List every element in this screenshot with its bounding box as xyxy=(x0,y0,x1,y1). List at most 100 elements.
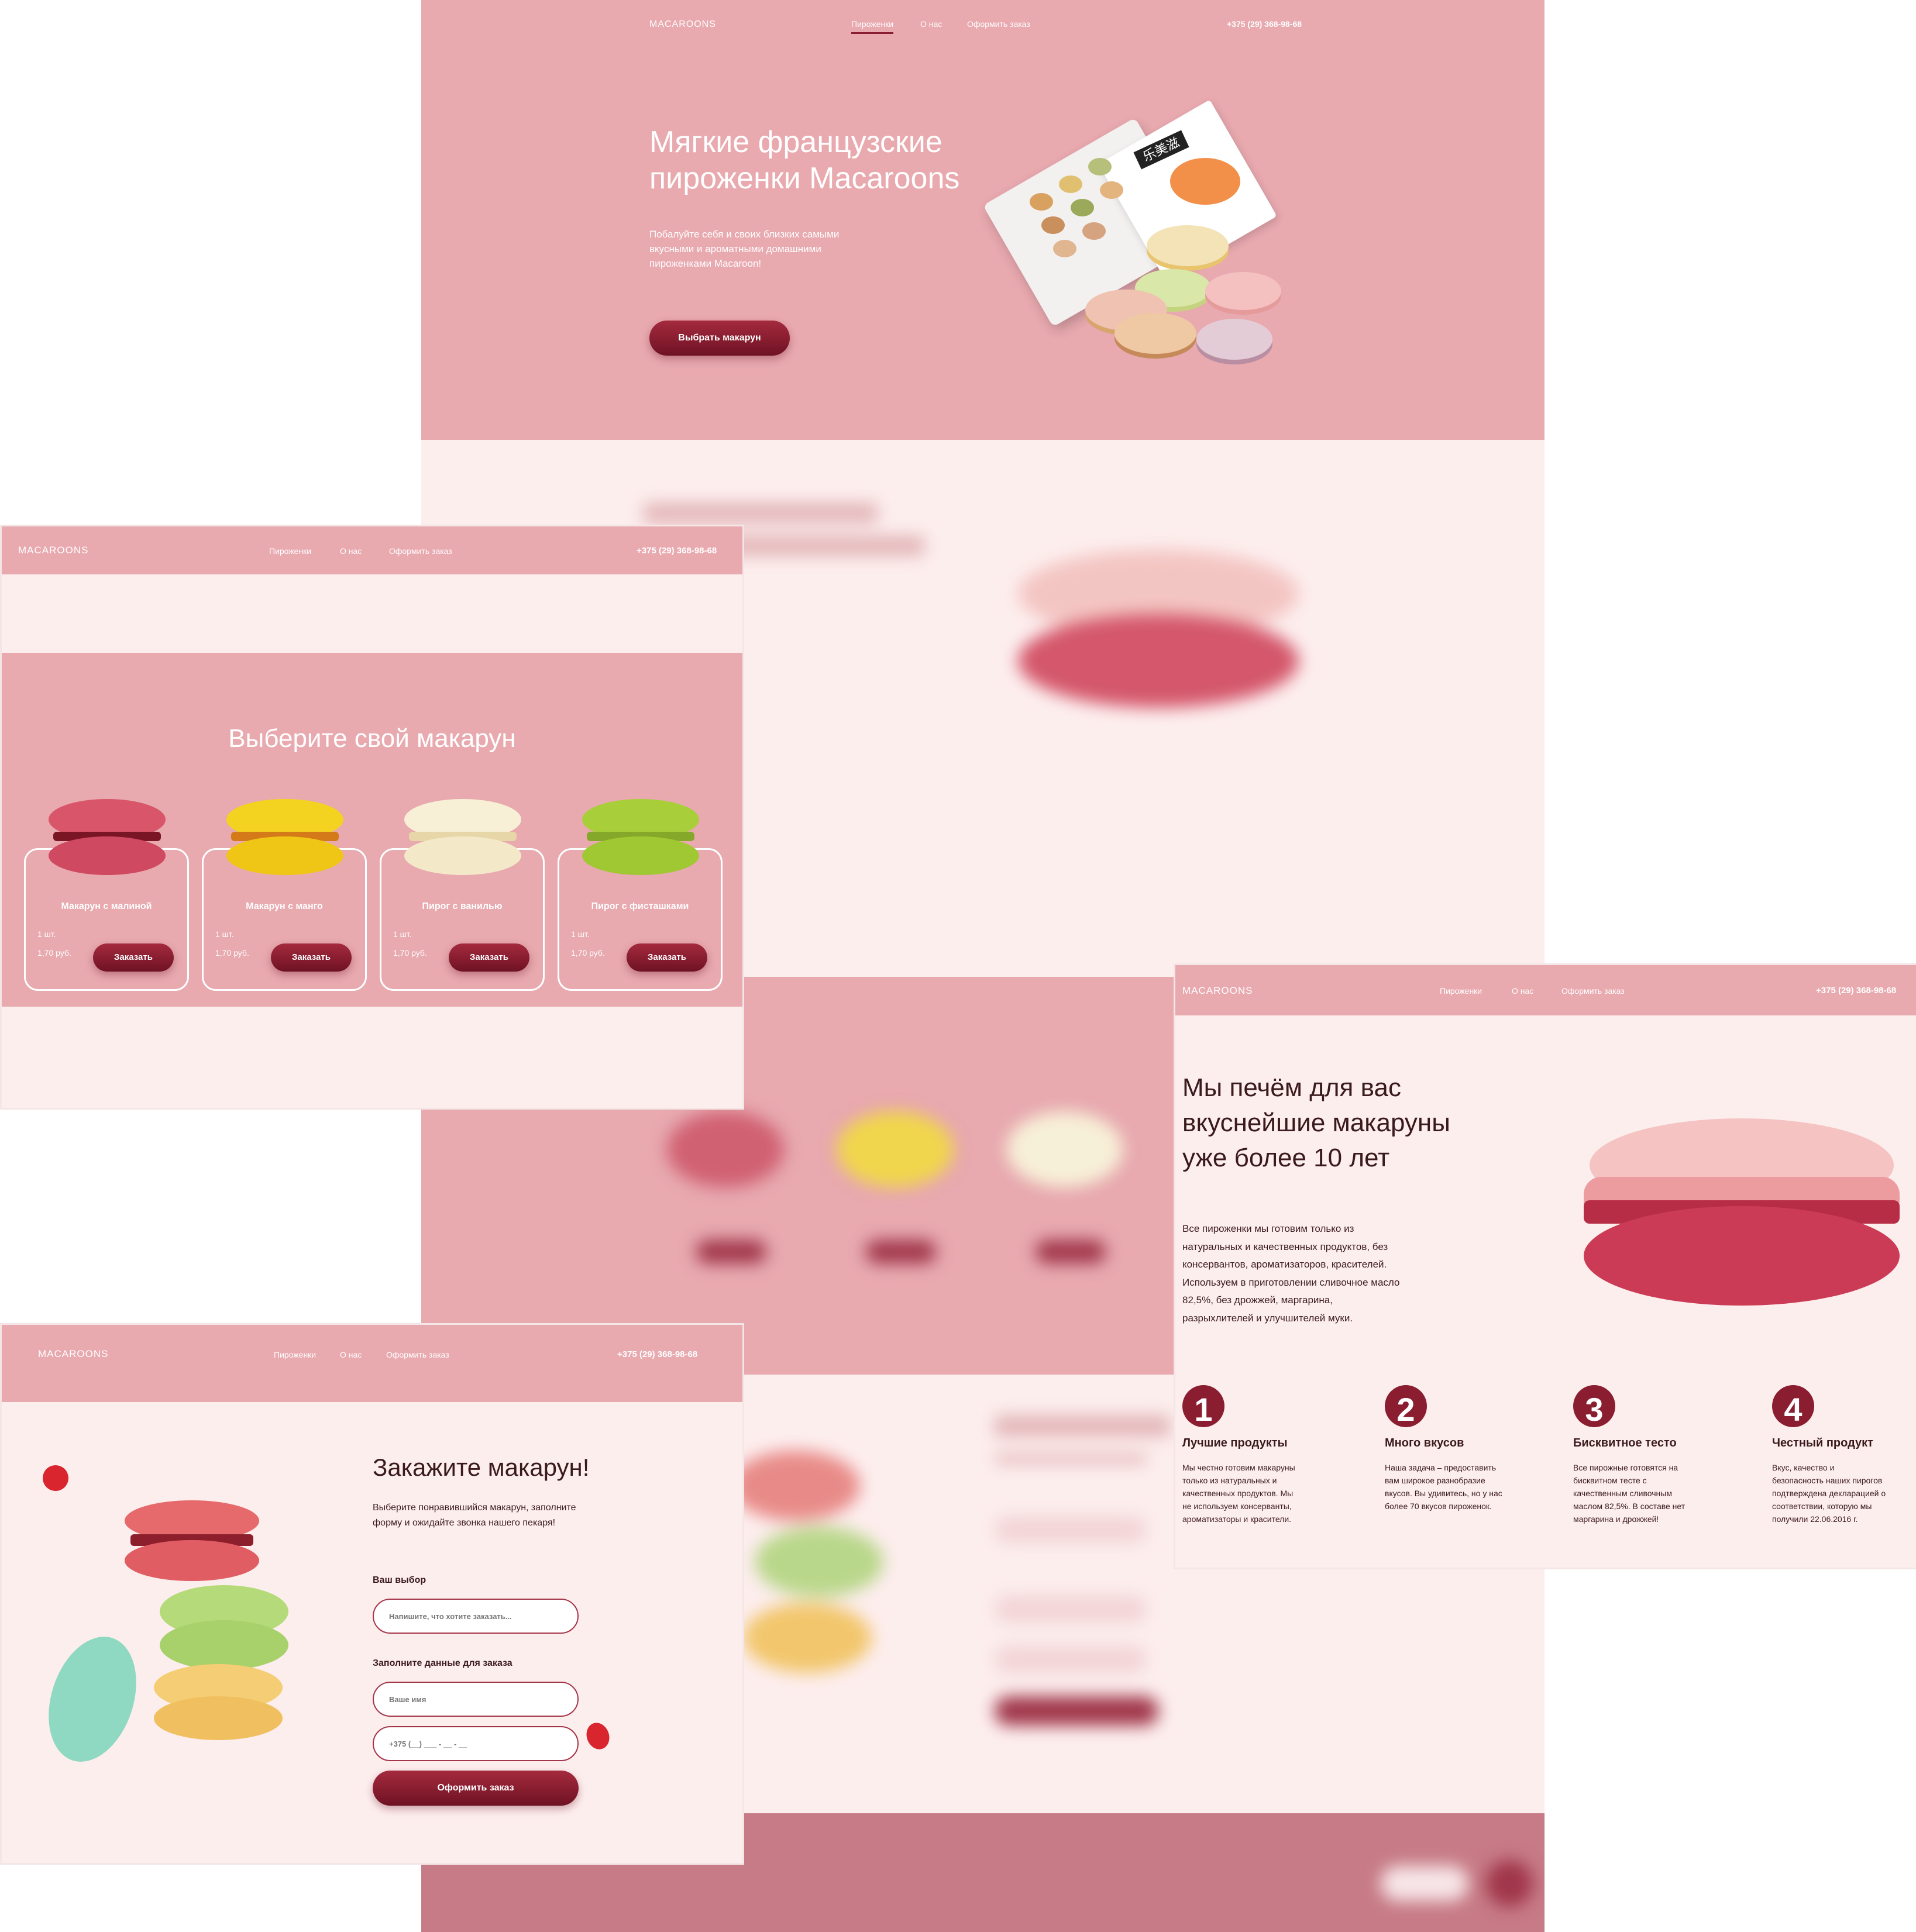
feature-text-line: получили 22.06.2016 г. xyxy=(1772,1514,1858,1524)
feature-text-line: более 70 вкусов пироженок. xyxy=(1385,1501,1492,1511)
hero-subtitle-line: вкусными и ароматными домашними xyxy=(649,243,821,254)
blurred-order-image xyxy=(731,1416,883,1720)
feature-text-line: качественных продуктов. Мы xyxy=(1182,1489,1294,1498)
feature-title: Лучшие продукты xyxy=(1182,1437,1288,1449)
order-button[interactable]: Заказать xyxy=(271,943,352,972)
order-text: Выберите понравившийся макарун, заполнит… xyxy=(373,1500,576,1531)
name-input[interactable] xyxy=(373,1682,579,1717)
about-text-line: натуральных и качественных продуктов, бе… xyxy=(1182,1241,1388,1252)
macaron-stack-image xyxy=(33,1461,300,1773)
feature-text-line: Вкус, качество и xyxy=(1772,1463,1835,1472)
feature-title: Много вкусов xyxy=(1385,1437,1464,1449)
feature-number-badge: 3 xyxy=(1573,1385,1615,1427)
phone-link[interactable]: +375 (29) 368-98-68 xyxy=(637,546,717,556)
feature-text-line: Мы честно готовим макаруны xyxy=(1182,1463,1295,1472)
nav-link-about[interactable]: О нас xyxy=(340,1350,362,1359)
feature-text-line: безопасность наших пирогов xyxy=(1772,1476,1883,1485)
nav-link-cakes[interactable]: Пироженки xyxy=(274,1350,316,1359)
logo[interactable]: MACAROONS xyxy=(38,1348,108,1360)
strawberry-icon xyxy=(583,1719,613,1753)
product-name: Макарун с малиной xyxy=(61,901,152,911)
order-title: Закажите макарун! xyxy=(373,1454,590,1481)
about-text-line: разрыхлителей и улучшителей муки. xyxy=(1182,1312,1353,1324)
nav-link-order[interactable]: Оформить заказ xyxy=(386,1350,449,1359)
nav-link-about[interactable]: О нас xyxy=(1512,986,1533,996)
logo[interactable]: MACAROONS xyxy=(1182,985,1253,997)
phone-link[interactable]: +375 (29) 368-98-68 xyxy=(1816,986,1896,996)
header-bar: MACAROONS Пироженки О нас Оформить заказ… xyxy=(1175,965,1916,1015)
hero-title-line: пироженки Macaroons xyxy=(649,161,960,195)
nav-link-order[interactable]: Оформить заказ xyxy=(389,546,452,556)
choice-input[interactable] xyxy=(373,1599,579,1634)
feature-text: Наша задача – предоставить вам широкое р… xyxy=(1385,1461,1502,1513)
feature-number-badge: 4 xyxy=(1772,1385,1814,1427)
blurred-heading xyxy=(644,503,924,556)
nav-link-about[interactable]: О нас xyxy=(920,19,942,29)
product-qty: 1 шт. xyxy=(393,929,412,939)
header-bar: MACAROONS Пироженки О нас Оформить заказ… xyxy=(2,526,742,574)
feature-title: Бисквитное тесто xyxy=(1573,1437,1677,1449)
macaron-box-image: 乐美滋 xyxy=(983,99,1310,374)
nav-link-order[interactable]: Оформить заказ xyxy=(967,19,1030,29)
nav-link-order[interactable]: Оформить заказ xyxy=(1561,986,1625,996)
catalog-section: Выберите свой макарун Макарун с малиной … xyxy=(2,653,742,1007)
feature-text-line: маслом 82,5%. В составе нет xyxy=(1573,1501,1685,1511)
feature-text-line: Наша задача – предоставить xyxy=(1385,1463,1497,1472)
product-qty: 1 шт. xyxy=(215,929,234,939)
about-text-line: Используем в приготовлении сливочное мас… xyxy=(1182,1276,1400,1288)
catalog-panel: MACAROONS Пироженки О нас Оформить заказ… xyxy=(2,526,742,1108)
nav-link-cakes[interactable]: Пироженки xyxy=(269,546,311,556)
feature-text-line: вкусов. Вы удивитесь, но у нас xyxy=(1385,1489,1502,1498)
hero-section: MACAROONS Пироженки О нас Оформить заказ… xyxy=(421,0,1545,440)
feature-text-line: бисквитном тесте с xyxy=(1573,1476,1647,1485)
hero-subtitle-line: Побалуйте себя и своих близких самыми xyxy=(649,229,840,240)
feature-title: Честный продукт xyxy=(1772,1437,1873,1449)
logo[interactable]: MACAROONS xyxy=(649,19,716,30)
feature-text: Все пирожные готовятся на бисквитном тес… xyxy=(1573,1461,1685,1525)
about-text-line: 82,5%, без дрожжей, маргарина, xyxy=(1182,1294,1333,1306)
phone-link[interactable]: +375 (29) 368-98-68 xyxy=(1227,19,1302,29)
product-name: Пирог с фисташками xyxy=(591,901,689,911)
phone-link[interactable]: +375 (29) 368-98-68 xyxy=(617,1349,697,1359)
product-price: 1,70 руб. xyxy=(215,948,249,958)
order-panel: MACAROONS Пироженки О нас Оформить заказ… xyxy=(2,1325,742,1863)
feature-text-line: вам широкое разнобразие xyxy=(1385,1476,1485,1485)
submit-order-button[interactable]: Оформить заказ xyxy=(373,1771,579,1806)
mango-macaron-image xyxy=(226,799,343,875)
order-button[interactable]: Заказать xyxy=(627,943,707,972)
hero-title: Мягкие французские пироженки Macaroons xyxy=(649,124,959,197)
about-title-line: уже более 10 лет xyxy=(1182,1144,1390,1172)
feature-text-line: не используем консерванты, xyxy=(1182,1501,1292,1511)
feature-text-line: соответствии, которую мы xyxy=(1772,1501,1872,1511)
logo[interactable]: MACAROONS xyxy=(18,545,88,556)
raspberry-macaron-image xyxy=(49,799,166,875)
feature-number-badge: 2 xyxy=(1385,1385,1427,1427)
product-price: 1,70 руб. xyxy=(37,948,71,958)
feature-text: Мы честно готовим макаруны только из нат… xyxy=(1182,1461,1295,1525)
product-price: 1,70 руб. xyxy=(393,948,427,958)
feature-text: Вкус, качество и безопасность наших пиро… xyxy=(1772,1461,1886,1525)
about-title-line: Мы печём для вас xyxy=(1182,1073,1401,1102)
hero-subtitle-line: пироженками Macaroon! xyxy=(649,258,762,269)
nav-link-about[interactable]: О нас xyxy=(340,546,362,556)
blurred-macaron xyxy=(1018,526,1299,725)
about-text-line: консервантов, ароматизаторов, красителей… xyxy=(1182,1259,1387,1270)
phone-input[interactable] xyxy=(373,1726,579,1761)
order-button[interactable]: Заказать xyxy=(449,943,529,972)
about-text: Все пироженки мы готовим только из натур… xyxy=(1182,1220,1399,1327)
nav-link-cakes[interactable]: Пироженки xyxy=(851,19,894,34)
order-button[interactable]: Заказать xyxy=(93,943,174,972)
choose-macaron-button[interactable]: Выбрать макарун xyxy=(649,321,790,356)
catalog-title: Выберите свой макарун xyxy=(228,724,516,753)
feature-text-line: Все пирожные готовятся на xyxy=(1573,1463,1678,1472)
nav-link-cakes[interactable]: Пироженки xyxy=(1440,986,1482,996)
product-name: Макарун с манго xyxy=(246,901,323,911)
product-qty: 1 шт. xyxy=(571,929,590,939)
pistachio-macaron-image xyxy=(582,799,699,875)
feature-text-line: ароматизаторы и красители. xyxy=(1182,1514,1292,1524)
product-price: 1,70 руб. xyxy=(571,948,605,958)
feature-text-line: только из натуральных и xyxy=(1182,1476,1277,1485)
about-text-line: Все пироженки мы готовим только из xyxy=(1182,1223,1354,1234)
data-label: Заполните данные для заказа xyxy=(373,1658,512,1668)
product-name: Пирог с ванилью xyxy=(422,901,503,911)
